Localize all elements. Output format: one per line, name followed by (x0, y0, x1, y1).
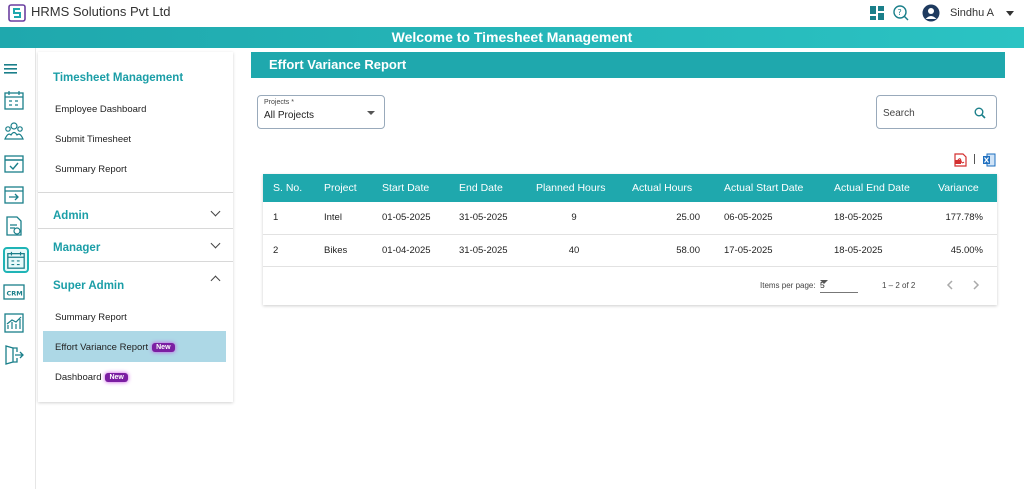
welcome-banner: Welcome to Timesheet Management (0, 27, 1024, 48)
items-per-page-select[interactable]: 5 (820, 277, 858, 293)
section-manager[interactable]: Manager (53, 242, 100, 254)
pdf-export-icon[interactable] (954, 153, 967, 167)
report-title: Effort Variance Report (251, 52, 1005, 78)
nav-employee-dashboard[interactable]: Employee Dashboard (55, 104, 146, 115)
col-actual-hours[interactable]: Actual Hours (622, 174, 714, 202)
admin-chevron-down-icon[interactable] (210, 206, 221, 217)
page-range: 1 – 2 of 2 (882, 281, 916, 290)
rail-analytics-icon[interactable] (2, 311, 26, 335)
section-timesheet-management: Timesheet Management (53, 72, 184, 84)
rail-calendar-icon[interactable] (2, 88, 26, 112)
prev-page-chevron-left-icon[interactable] (943, 278, 957, 292)
col-actual-end-date[interactable]: Actual End Date (824, 174, 928, 202)
new-badge: New (152, 343, 175, 352)
svg-text:?: ? (897, 8, 901, 17)
cell-start-date: 01-05-2025 (372, 202, 449, 235)
nav-sa-summary-report[interactable]: Summary Report (55, 312, 127, 323)
next-page-chevron-right-icon[interactable] (969, 278, 983, 292)
manager-chevron-down-icon[interactable] (210, 238, 221, 249)
cell-planned-hours: 40 (526, 234, 622, 267)
projects-caret-icon[interactable] (367, 111, 375, 115)
nav-divider (38, 261, 233, 262)
nav-divider (38, 228, 233, 229)
cell-actual-end-date: 18-05-2025 (824, 202, 928, 235)
cell-variance: 177.78% (928, 202, 997, 235)
projects-value: All Projects (264, 110, 315, 121)
company-logo (8, 4, 26, 22)
search-icon[interactable] (974, 107, 986, 119)
projects-select[interactable]: Projects * All Projects (257, 95, 385, 129)
top-right-controls: ? Sindhu A (868, 1, 1014, 25)
super-admin-chevron-up-icon[interactable] (210, 275, 221, 286)
projects-label: Projects * (264, 99, 294, 106)
col-sno[interactable]: S. No. (263, 174, 314, 202)
cell-variance: 45.00% (928, 234, 997, 267)
top-bar: HRMS Solutions Pvt Ltd ? Sindhu A (0, 0, 1024, 27)
col-project[interactable]: Project (314, 174, 372, 202)
export-separator (974, 154, 975, 164)
user-name[interactable]: Sindhu A (950, 7, 994, 19)
icon-rail: CRM (0, 48, 36, 489)
cell-planned-hours: 9 (526, 202, 622, 235)
rail-transfer-icon[interactable] (2, 182, 26, 206)
col-variance[interactable]: Variance (928, 174, 997, 202)
menu-hamburger-icon[interactable] (4, 63, 18, 75)
nav-submit-timesheet[interactable]: Submit Timesheet (55, 134, 131, 145)
user-menu-caret-icon[interactable] (1006, 10, 1014, 16)
cell-actual-start-date: 06-05-2025 (714, 202, 824, 235)
col-start-date[interactable]: Start Date (372, 174, 449, 202)
section-super-admin[interactable]: Super Admin (53, 280, 124, 292)
cell-start-date: 01-04-2025 (372, 234, 449, 267)
cell-actual-hours: 58.00 (622, 234, 714, 267)
rail-timesheet-icon[interactable] (3, 247, 29, 273)
col-end-date[interactable]: End Date (449, 174, 526, 202)
user-avatar-icon[interactable] (922, 4, 940, 22)
cell-end-date: 31-05-2025 (449, 202, 526, 235)
rail-logout-icon[interactable] (2, 343, 26, 367)
nav-summary-report[interactable]: Summary Report (55, 164, 127, 175)
cell-sno: 1 (263, 202, 314, 235)
nav-effort-variance-report[interactable]: Effort Variance Report New (55, 342, 175, 353)
side-nav-panel: Timesheet Management Employee Dashboard … (38, 52, 233, 402)
nav-dashboard-label: Dashboard (55, 372, 102, 383)
col-actual-start-date[interactable]: Actual Start Date (714, 174, 824, 202)
variance-table: S. No. Project Start Date End Date Plann… (263, 174, 997, 267)
table-header-row: S. No. Project Start Date End Date Plann… (263, 174, 997, 202)
section-admin[interactable]: Admin (53, 210, 89, 222)
nav-divider (38, 192, 233, 193)
cell-actual-start-date: 17-05-2025 (714, 234, 824, 267)
table-row: 2 Bikes 01-04-2025 31-05-2025 40 58.00 1… (263, 234, 997, 267)
dashboard-grid-icon[interactable] (868, 4, 886, 22)
new-badge: New (105, 373, 128, 382)
rail-checklist-icon[interactable] (2, 151, 26, 175)
company-name: HRMS Solutions Pvt Ltd (31, 4, 171, 19)
excel-export-icon[interactable] (982, 153, 996, 167)
col-planned-hours[interactable]: Planned Hours (526, 174, 622, 202)
cell-project: Bikes (314, 234, 372, 267)
nav-dashboard[interactable]: Dashboard New (55, 372, 128, 383)
rail-team-icon[interactable] (2, 119, 26, 143)
search-box[interactable] (876, 95, 997, 129)
nav-effort-variance-label: Effort Variance Report (55, 342, 149, 353)
cell-end-date: 31-05-2025 (449, 234, 526, 267)
rail-crm-icon[interactable]: CRM (2, 280, 26, 304)
variance-table-card: S. No. Project Start Date End Date Plann… (263, 174, 997, 305)
table-row: 1 Intel 01-05-2025 31-05-2025 9 25.00 06… (263, 202, 997, 235)
table-paginator: Items per page: 5 1 – 2 of 2 (263, 266, 997, 305)
items-per-page-caret-icon[interactable] (820, 280, 828, 284)
help-chat-icon[interactable]: ? (892, 4, 910, 22)
items-per-page-label: Items per page: (760, 281, 816, 290)
cell-actual-hours: 25.00 (622, 202, 714, 235)
cell-sno: 2 (263, 234, 314, 267)
search-input[interactable] (883, 105, 968, 121)
rail-report-icon[interactable] (2, 214, 26, 238)
svg-text:CRM: CRM (7, 290, 23, 298)
cell-project: Intel (314, 202, 372, 235)
cell-actual-end-date: 18-05-2025 (824, 234, 928, 267)
